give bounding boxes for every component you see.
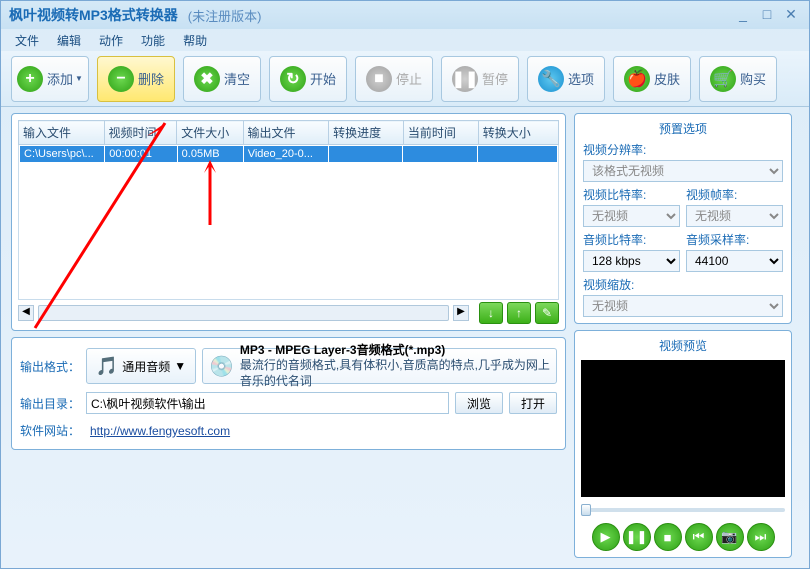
video-bitrate-select[interactable]: 无视频 <box>583 205 680 227</box>
music-note-icon: 🎵 <box>96 356 118 377</box>
start-button[interactable]: ↻开始 <box>269 56 347 102</box>
move-up-button[interactable]: ↑ <box>507 302 531 324</box>
preview-title: 视频预览 <box>581 337 785 354</box>
app-title: 枫叶视频转MP3格式转换器 <box>9 5 178 25</box>
video-scale-select[interactable]: 无视频 <box>583 295 783 317</box>
delete-button[interactable]: −删除 <box>97 56 175 102</box>
prev-frame-button[interactable]: ⏮ <box>685 523 713 551</box>
site-link[interactable]: http://www.fengyesoft.com <box>90 424 230 438</box>
app-subtitle: (未注册版本) <box>188 6 262 25</box>
stop-icon: ■ <box>366 66 392 92</box>
audio-bitrate-select[interactable]: 128 kbps <box>583 250 680 272</box>
file-table[interactable]: 输入文件 视频时间 文件大小 输出文件 转换进度 当前时间 转换大小 <box>18 120 559 145</box>
preview-video[interactable] <box>581 360 785 497</box>
output-format-label: 输出格式： <box>20 358 80 375</box>
file-list-panel: 输入文件 视频时间 文件大小 输出文件 转换进度 当前时间 转换大小 C:\Us… <box>11 113 566 331</box>
clear-icon: ✖ <box>194 66 220 92</box>
disc-icon: 💿 <box>209 354 234 379</box>
refresh-icon: ↻ <box>280 66 306 92</box>
play-button[interactable]: ▶ <box>592 523 620 551</box>
browse-button[interactable]: 浏览 <box>455 392 503 414</box>
titlebar: 枫叶视频转MP3格式转换器 (未注册版本) _ □ ✕ <box>1 1 809 29</box>
move-down-button[interactable]: ↓ <box>479 302 503 324</box>
cart-icon: 🛒 <box>710 66 736 92</box>
video-fps-label: 视频帧率: <box>686 186 783 203</box>
preview-panel: 视频预览 ▶ ❚❚ ■ ⏮ 📷 ⏭ <box>574 330 792 558</box>
buy-button[interactable]: 🛒购买 <box>699 56 777 102</box>
stop-button[interactable]: ■停止 <box>355 56 433 102</box>
minimize-button[interactable]: _ <box>733 7 753 23</box>
apple-icon: 🍎 <box>624 66 650 92</box>
add-button[interactable]: +添加▼ <box>11 56 89 102</box>
site-label: 软件网站： <box>20 422 80 439</box>
col-curtime[interactable]: 当前时间 <box>403 121 478 145</box>
skin-button[interactable]: 🍎皮肤 <box>613 56 691 102</box>
video-scale-label: 视频缩放: <box>583 276 783 293</box>
video-res-select[interactable]: 该格式无视频 <box>583 160 783 182</box>
toolbar: +添加▼ −删除 ✖清空 ↻开始 ■停止 ❚❚暂停 🔧选项 🍎皮肤 🛒购买 <box>1 51 809 107</box>
col-convsize[interactable]: 转换大小 <box>478 121 558 145</box>
open-button[interactable]: 打开 <box>509 392 557 414</box>
menubar: 文件 编辑 动作 功能 帮助 <box>1 29 809 51</box>
next-frame-button[interactable]: ⏭ <box>747 523 775 551</box>
pause-button[interactable]: ❚❚暂停 <box>441 56 519 102</box>
output-panel: 输出格式： 🎵 通用音频 ▼ 💿 MP3 - MPEG Layer-3音频格式(… <box>11 337 566 450</box>
menu-action[interactable]: 动作 <box>91 30 131 51</box>
snapshot-button[interactable]: 📷 <box>716 523 744 551</box>
menu-file[interactable]: 文件 <box>7 30 47 51</box>
scroll-left[interactable]: ◀ <box>18 305 34 321</box>
preview-slider[interactable] <box>581 503 785 517</box>
audio-bitrate-label: 音频比特率: <box>583 231 680 248</box>
menu-edit[interactable]: 编辑 <box>49 30 89 51</box>
output-dir-label: 输出目录： <box>20 395 80 412</box>
menu-help[interactable]: 帮助 <box>175 30 215 51</box>
menu-function[interactable]: 功能 <box>133 30 173 51</box>
col-input[interactable]: 输入文件 <box>19 121 105 145</box>
plus-icon: + <box>17 66 43 92</box>
col-size[interactable]: 文件大小 <box>177 121 243 145</box>
minus-icon: − <box>108 66 134 92</box>
dropdown-icon: ▼ <box>174 359 186 373</box>
stop-preview-button[interactable]: ■ <box>654 523 682 551</box>
dropdown-icon: ▼ <box>75 74 83 83</box>
video-bitrate-label: 视频比特率: <box>583 186 680 203</box>
pause-preview-button[interactable]: ❚❚ <box>623 523 651 551</box>
video-res-label: 视频分辨率: <box>583 141 783 158</box>
clear-button[interactable]: ✖清空 <box>183 56 261 102</box>
col-time[interactable]: 视频时间 <box>104 121 177 145</box>
preset-title: 预置选项 <box>583 120 783 137</box>
output-format-button[interactable]: 🎵 通用音频 ▼ <box>86 348 196 384</box>
close-button[interactable]: ✕ <box>781 7 801 23</box>
col-progress[interactable]: 转换进度 <box>329 121 404 145</box>
scrollbar[interactable] <box>38 305 449 321</box>
audio-sample-select[interactable]: 44100 <box>686 250 783 272</box>
wrench-icon: 🔧 <box>538 66 564 92</box>
audio-sample-label: 音频采样率: <box>686 231 783 248</box>
output-dir-input[interactable] <box>86 392 449 414</box>
maximize-button[interactable]: □ <box>757 7 777 23</box>
video-fps-select[interactable]: 无视频 <box>686 205 783 227</box>
format-description: 💿 MP3 - MPEG Layer-3音频格式(*.mp3)最流行的音频格式,… <box>202 348 557 384</box>
scroll-right[interactable]: ▶ <box>453 305 469 321</box>
edit-button[interactable]: ✎ <box>535 302 559 324</box>
options-button[interactable]: 🔧选项 <box>527 56 605 102</box>
table-row[interactable]: C:\Users\pc\... 00:00:01 0.05MB Video_20… <box>20 146 558 163</box>
preset-panel: 预置选项 视频分辨率: 该格式无视频 视频比特率: 无视频 视频帧率: 无视频 … <box>574 113 792 324</box>
pause-icon: ❚❚ <box>452 66 478 92</box>
col-output[interactable]: 输出文件 <box>243 121 329 145</box>
